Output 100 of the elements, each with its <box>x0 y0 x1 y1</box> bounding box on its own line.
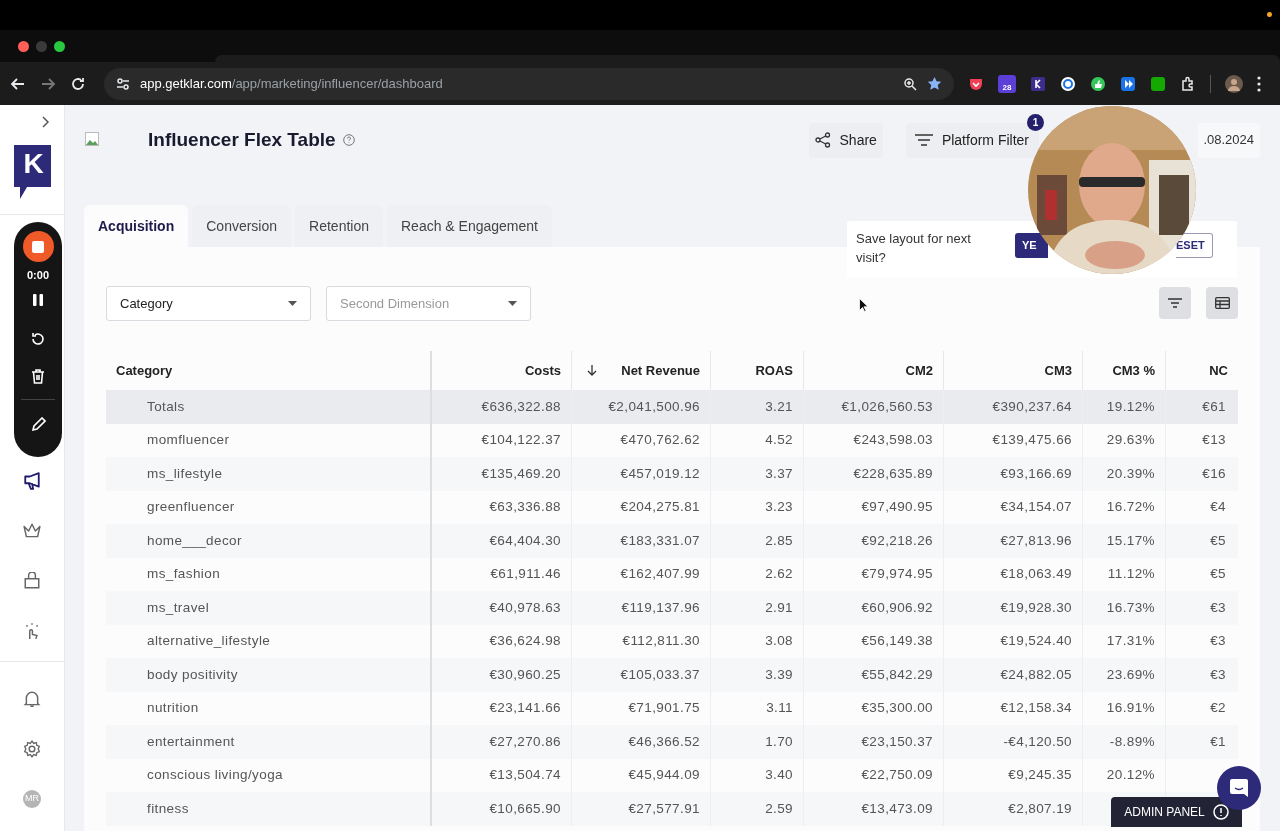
table-cell-text: €5 <box>1210 531 1227 550</box>
table-cell-text: conscious living/yoga <box>146 766 283 785</box>
table-cell-text: entertainment <box>146 732 235 751</box>
table-layout-button[interactable] <box>1206 287 1238 319</box>
zoom-window-button[interactable] <box>54 40 65 52</box>
site-settings-icon[interactable] <box>116 76 130 91</box>
share-button[interactable]: Share <box>808 122 883 158</box>
table-cell-text: fitness <box>146 799 189 818</box>
menu-icon[interactable] <box>1257 75 1261 92</box>
back-icon[interactable] <box>10 75 26 92</box>
extension-icon[interactable] <box>1030 75 1046 92</box>
table-cell-text: €35,300.00 <box>861 699 934 718</box>
star-icon[interactable] <box>927 76 942 91</box>
megaphone-icon[interactable] <box>23 472 41 490</box>
table-cell-text: €104,122.37 <box>481 431 562 450</box>
table-cell-text: €34,154.07 <box>1000 498 1073 517</box>
table-cell-text: €79,974.95 <box>861 565 934 584</box>
yes-button[interactable]: YE <box>1015 233 1048 258</box>
table-cell-text: €1 <box>1210 732 1227 751</box>
tab[interactable]: Acquisition <box>84 205 189 247</box>
table-cell-text: €636,322.88 <box>481 397 562 416</box>
zoom-icon[interactable] <box>903 76 917 91</box>
stop-record-button[interactable] <box>22 231 54 262</box>
table-cell-text: €40,978.63 <box>489 598 562 617</box>
forward-icon[interactable] <box>40 75 56 92</box>
table-cell-text: €3 <box>1210 598 1227 617</box>
table-cell-text: 16.73% <box>1106 598 1156 617</box>
help-icon[interactable] <box>342 134 355 146</box>
table-cell-text: €60,906.92 <box>861 598 934 617</box>
table-cell-text: €93,166.69 <box>1000 464 1073 483</box>
table-cell-text: 2.62 <box>765 565 794 584</box>
table-cell-text: €3 <box>1210 632 1227 651</box>
table-cell-text: €23,150.37 <box>861 732 934 751</box>
reload-icon[interactable] <box>70 75 86 92</box>
table-cell-text: €162,407.99 <box>620 565 701 584</box>
table-cell-text: €13,473.09 <box>861 799 934 818</box>
filter-icon <box>1168 298 1182 308</box>
profile-avatar-icon[interactable] <box>1225 74 1243 93</box>
table-cell-text: €97,490.95 <box>861 498 934 517</box>
table-cell-text: -€4,120.50 <box>1003 732 1073 751</box>
column-header[interactable]: Net Revenue <box>621 360 700 381</box>
table-cell-text: €470,762.62 <box>620 431 701 450</box>
sort-down-icon[interactable] <box>587 365 597 376</box>
puzzle-icon[interactable] <box>1180 75 1196 92</box>
save-layout-prompt: Save layout for next visit? <box>856 230 972 267</box>
expand-chevron-icon[interactable] <box>41 116 49 128</box>
table-cell-text: €13 <box>1202 431 1227 450</box>
table-icon <box>1214 297 1230 309</box>
table-cell-text: 11.12% <box>1107 565 1156 584</box>
table-cell-text: €10,665.90 <box>489 799 562 818</box>
table-cell-text: 3.08 <box>765 632 794 651</box>
table-cell-text: €30,960.25 <box>489 665 562 684</box>
table-cell-text: €92,218.26 <box>861 531 934 550</box>
extension-icon[interactable] <box>1120 75 1136 92</box>
column-header[interactable]: ROAS <box>755 360 793 381</box>
crown-icon[interactable] <box>23 522 41 540</box>
column-header[interactable]: Costs <box>524 360 561 381</box>
pause-icon[interactable] <box>33 293 43 306</box>
close-window-button[interactable] <box>18 40 29 52</box>
column-header[interactable]: CM3 % <box>1112 360 1155 381</box>
url-host: app.getklar.com <box>140 75 232 91</box>
settings-icon[interactable] <box>23 740 41 758</box>
table-cell-text: 29.63% <box>1106 431 1156 450</box>
table-cell-text: 16.72% <box>1106 498 1156 517</box>
admin-panel-button[interactable]: ADMIN PANEL <box>1111 797 1242 827</box>
table-cell-text: nutrition <box>146 699 199 718</box>
table-cell-text: €56,149.38 <box>861 632 934 651</box>
table-cell-text: €36,624.98 <box>489 632 562 651</box>
table-cell-text: ms_lifestyle <box>146 464 223 483</box>
column-header[interactable]: CM3 <box>1044 360 1072 381</box>
table-cell-text: -8.89% <box>1109 732 1156 751</box>
restart-icon[interactable] <box>30 330 46 347</box>
table-cell-text: €243,598.03 <box>853 431 934 450</box>
table-cell-text: 2.91 <box>765 598 794 617</box>
filter-toggle-button[interactable] <box>1159 287 1191 319</box>
filter-count-badge: 1 <box>1027 113 1044 131</box>
address-bar[interactable]: app.getklar.com/app/marketing/influencer/dashboard <box>104 67 954 100</box>
table-cell-text: €2,807.19 <box>1008 799 1073 818</box>
column-header[interactable]: Category <box>116 360 173 381</box>
dropdown[interactable]: Category <box>106 286 311 321</box>
table-cell-text: €61 <box>1202 397 1227 416</box>
table-cell-text: 2.85 <box>765 531 794 550</box>
table-cell-text: 3.39 <box>765 665 794 684</box>
table-cell-text: 2.59 <box>765 799 794 818</box>
extension-button[interactable]: 28 <box>998 74 1016 93</box>
pencil-icon[interactable] <box>30 416 46 432</box>
date-range-button[interactable]: .08.2024 <box>1198 122 1260 158</box>
bell-icon[interactable] <box>23 690 41 708</box>
table-cell-text: 19.12% <box>1106 397 1156 416</box>
logo: K <box>13 145 51 199</box>
extension-icon[interactable] <box>1060 75 1076 92</box>
broken-image-icon <box>85 131 99 146</box>
table-cell-text: home___decor <box>146 531 242 550</box>
table-cell-text: €390,237.64 <box>992 397 1073 416</box>
table-cell-text: €27,270.86 <box>489 732 562 751</box>
table-cell-text: €105,033.37 <box>620 665 701 684</box>
column-header[interactable]: CM2 <box>905 360 933 381</box>
column-header[interactable]: NC <box>1209 360 1228 381</box>
thumbs-up-icon[interactable] <box>1090 75 1106 92</box>
trash-icon[interactable] <box>31 368 45 384</box>
